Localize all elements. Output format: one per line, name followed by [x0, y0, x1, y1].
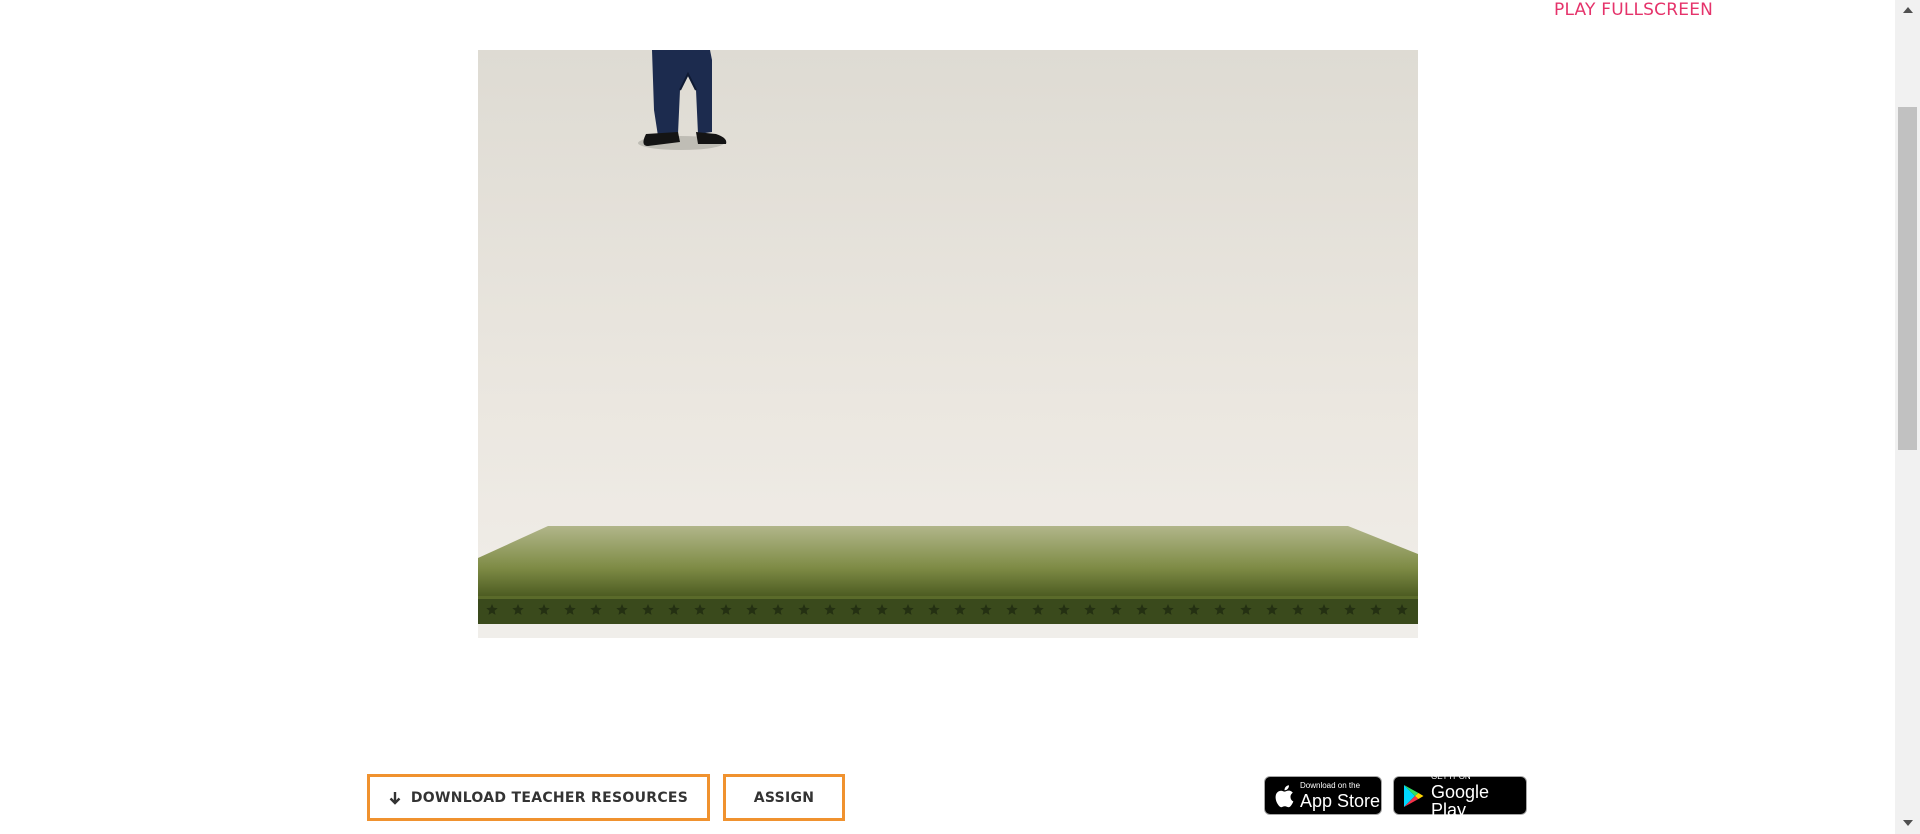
app-store-badge[interactable]: Download on the App Store [1264, 776, 1382, 815]
scroll-up-arrow-icon[interactable] [1900, 2, 1915, 17]
google-play-badge[interactable]: GET IT ON Google Play [1393, 771, 1527, 819]
apple-icon [1274, 784, 1294, 808]
app-store-small-text: Download on the [1300, 780, 1361, 790]
assign-button[interactable]: ASSIGN [723, 774, 845, 821]
app-store-big-text: App Store [1300, 790, 1381, 811]
google-play-icon [1403, 784, 1425, 808]
game-canvas[interactable] [478, 50, 1418, 638]
scrollbar-thumb[interactable] [1898, 107, 1917, 450]
grass-platform [478, 526, 1418, 624]
download-teacher-resources-button[interactable]: DOWNLOAD TEACHER RESOURCES [367, 774, 710, 821]
scroll-down-arrow-icon[interactable] [1900, 815, 1915, 830]
arrow-down-icon [389, 791, 401, 805]
game-frame-bottom [478, 624, 1418, 638]
google-play-big-text: Google Play [1431, 781, 1490, 820]
character-legs-image [638, 50, 727, 150]
assign-label: ASSIGN [753, 789, 815, 806]
google-play-small-text: GET IT ON [1431, 771, 1471, 781]
play-fullscreen-link[interactable]: PLAY FULLSCREEN [1554, 0, 1713, 20]
download-label: DOWNLOAD TEACHER RESOURCES [410, 789, 689, 806]
